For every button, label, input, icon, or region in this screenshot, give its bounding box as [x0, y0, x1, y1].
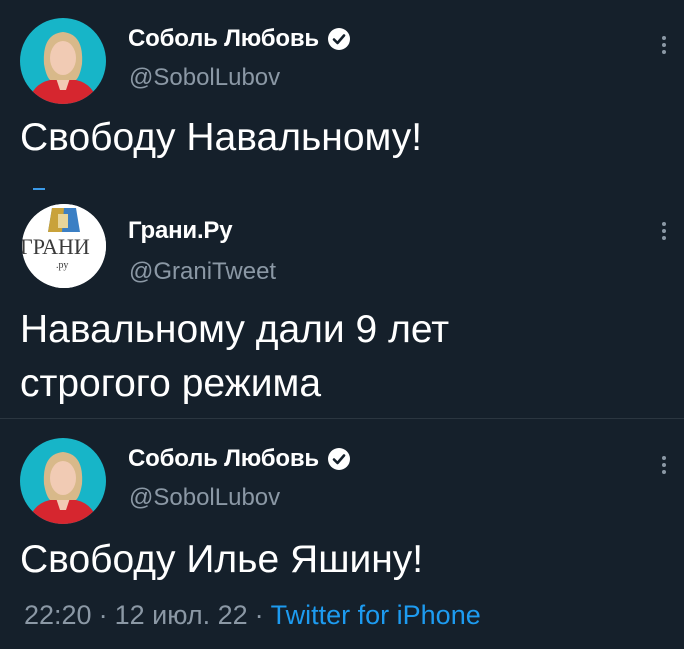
display-name[interactable]: Соболь Любовь: [128, 25, 319, 53]
logo-text: ГРАНИ: [22, 234, 90, 259]
meta-separator: ·: [254, 600, 264, 630]
more-vertical-icon[interactable]: [660, 222, 668, 243]
logo-subtext: .ру: [56, 260, 68, 271]
author-row: Соболь Любовь: [128, 444, 351, 474]
display-name[interactable]: Соболь Любовь: [128, 445, 319, 473]
tweet[interactable]: Соболь Любовь @SobolLubov Свободу Наваль…: [0, 0, 684, 198]
more-vertical-icon[interactable]: [660, 456, 668, 477]
avatar[interactable]: [20, 18, 106, 104]
author-row: Грани.Ру: [128, 216, 233, 246]
thread-connector: [33, 188, 45, 190]
tweet-date[interactable]: 12 июл. 22: [115, 600, 248, 631]
meta-separator: ·: [98, 600, 108, 630]
tweet-time[interactable]: 22:20: [24, 600, 92, 631]
more-vertical-icon[interactable]: [660, 36, 668, 57]
tweet-text: Свободу Навальному!: [20, 116, 423, 159]
handle[interactable]: @SobolLubov: [129, 64, 280, 92]
tweet-text: Свободу Илье Яшину!: [20, 538, 424, 581]
tweet-text-line: Навальному дали 9 лет: [20, 308, 450, 351]
grani-logo-icon: ГРАНИ .ру: [22, 204, 106, 288]
handle[interactable]: @SobolLubov: [129, 484, 280, 512]
author-row: Соболь Любовь: [128, 24, 351, 54]
tweet-text: Навальному дали 9 лет строгого режима: [20, 303, 660, 411]
tweet-meta: 22:20 · 12 июл. 22 · Twitter for iPhone: [24, 600, 481, 631]
avatar[interactable]: ГРАНИ .ру: [22, 204, 106, 288]
handle[interactable]: @GraniTweet: [129, 258, 276, 286]
verified-badge-icon: [327, 28, 350, 50]
tweet-source-link[interactable]: Twitter for iPhone: [271, 600, 481, 631]
verified-badge-icon: [327, 448, 350, 470]
display-name[interactable]: Грани.Ру: [128, 217, 233, 245]
tweet-text-line: строгого режима: [20, 362, 322, 405]
avatar[interactable]: [20, 438, 106, 524]
